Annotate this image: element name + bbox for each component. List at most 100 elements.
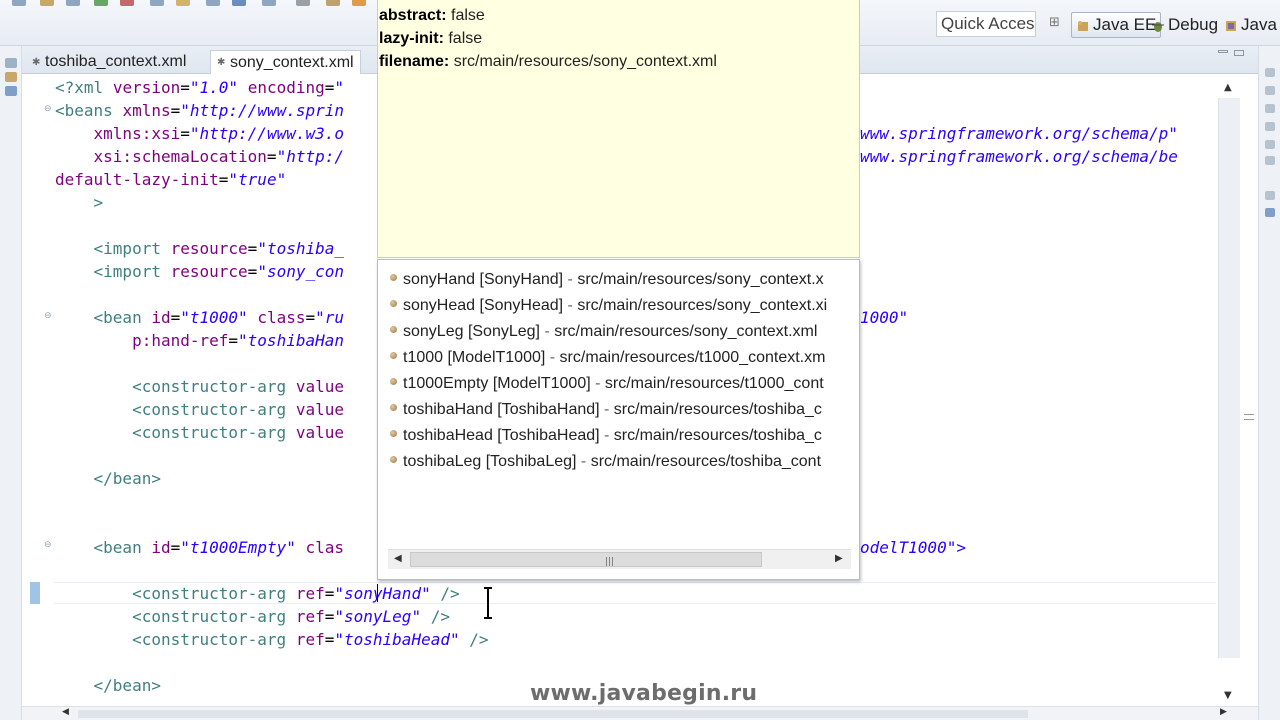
- assist-item-path: src/main/resources/t1000_context.xm: [559, 349, 826, 366]
- minimized-view-icon[interactable]: [1265, 104, 1275, 113]
- code-line[interactable]: <constructor-arg ref="sonyLeg" />: [55, 605, 450, 628]
- toolbar-button-icon[interactable]: [40, 0, 54, 6]
- code-line[interactable]: xmlns:xsi="http://www.w3.o: [55, 122, 344, 145]
- assist-item-path: src/main/resources/sony_context.xml: [554, 323, 818, 340]
- scroll-left-icon[interactable]: ◀: [62, 707, 69, 717]
- minimized-view-icon[interactable]: [1265, 68, 1275, 77]
- fold-toggle-icon[interactable]: ⊖: [44, 312, 53, 321]
- code-line[interactable]: </bean>: [55, 467, 161, 490]
- assist-item[interactable]: sonyHand [SonyHand] - src/main/resources…: [390, 267, 852, 293]
- code-line[interactable]: <constructor-arg value: [55, 375, 344, 398]
- watermark: www.javabegin.ru: [530, 681, 758, 706]
- toolbar-button-icon[interactable]: [352, 0, 366, 6]
- overview-ruler[interactable]: [1241, 74, 1258, 706]
- assist-item-separator: -: [563, 297, 578, 314]
- scroll-right-icon[interactable]: ▶: [1220, 707, 1227, 717]
- assist-item[interactable]: t1000Empty [ModelT1000] - src/main/resou…: [390, 371, 852, 397]
- perspective-debug[interactable]: Debug: [1147, 12, 1222, 38]
- minimized-view-icon[interactable]: [1265, 86, 1275, 95]
- code-fragment: www.springframework.org/schema/be: [860, 147, 1178, 166]
- toolbar-button-icon[interactable]: [120, 0, 134, 6]
- code-line[interactable]: <bean id="t1000Empty" clas: [55, 536, 344, 559]
- code-line[interactable]: <constructor-arg value: [55, 421, 344, 444]
- minimized-view-icon[interactable]: [1265, 156, 1275, 165]
- code-line[interactable]: <import resource="toshiba_: [55, 237, 344, 260]
- tab-label: toshiba_context.xml: [45, 53, 187, 70]
- editor-horizontal-scrollbar[interactable]: ◀ ▶: [22, 706, 1258, 720]
- scroll-down-icon[interactable]: ▼: [1224, 690, 1232, 701]
- toolbar-button-icon[interactable]: [206, 0, 220, 6]
- toolbar-button-icon[interactable]: [94, 0, 108, 6]
- scroll-thumb[interactable]: |||: [410, 552, 762, 567]
- assist-item-separator: -: [540, 323, 555, 340]
- minimized-view-icon[interactable]: [5, 58, 17, 68]
- minimized-view-icon[interactable]: [1265, 208, 1275, 217]
- toolbar-button-icon[interactable]: [232, 0, 246, 6]
- code-line[interactable]: <beans xmlns="http://www.sprin: [55, 99, 344, 122]
- minimized-view-icon[interactable]: [1265, 122, 1275, 131]
- assist-item-separator: -: [599, 401, 614, 418]
- fold-toggle-icon[interactable]: ⊖: [44, 105, 53, 114]
- scroll-left-icon[interactable]: ◀: [394, 553, 402, 564]
- tab-sony-context[interactable]: ✱ sony_context.xml: [210, 50, 361, 74]
- bug-icon: [1151, 18, 1165, 32]
- code-fragment: www.springframework.org/schema/p": [860, 124, 1178, 143]
- overview-marker: [1244, 414, 1254, 420]
- perspective-java[interactable]: Java: [1220, 12, 1280, 38]
- assist-item[interactable]: toshibaHand [ToshibaHand] - src/main/res…: [390, 397, 852, 423]
- view-controls: [1218, 50, 1252, 60]
- assist-item-name: t1000Empty [ModelT1000]: [403, 375, 591, 392]
- assist-item[interactable]: t1000 [ModelT1000] - src/main/resources/…: [390, 345, 852, 371]
- code-line[interactable]: <import resource="sony_con: [55, 260, 344, 283]
- bean-icon: [390, 274, 397, 282]
- scroll-up-icon[interactable]: ▲: [1224, 82, 1232, 93]
- assist-item[interactable]: toshibaHead [ToshibaHead] - src/main/res…: [390, 423, 852, 449]
- code-line[interactable]: xsi:schemaLocation="http:/: [55, 145, 344, 168]
- editor-vertical-scrollbar[interactable]: ▲ ▼: [1218, 74, 1240, 706]
- maximize-icon[interactable]: [1234, 50, 1244, 56]
- toolbar-button-icon[interactable]: [296, 0, 310, 6]
- toolbar-button-icon[interactable]: [262, 0, 276, 6]
- assist-item[interactable]: sonyLeg [SonyLeg] - src/main/resources/s…: [390, 319, 852, 345]
- toolbar-button-icon[interactable]: [12, 0, 26, 6]
- scroll-thumb[interactable]: [1218, 98, 1240, 658]
- assist-item-separator: -: [576, 453, 591, 470]
- assist-item[interactable]: toshibaLeg [ToshibaLeg] - src/main/resou…: [390, 449, 852, 475]
- info-row-filename: filename: src/main/resources/sony_contex…: [379, 53, 717, 70]
- scroll-right-icon[interactable]: ▶: [835, 553, 843, 564]
- quick-access-input[interactable]: Quick Acces: [936, 11, 1036, 37]
- toolbar-button-icon[interactable]: [66, 0, 80, 6]
- info-row-lazy-init: lazy-init: false: [379, 30, 483, 47]
- assist-item-separator: -: [545, 349, 560, 366]
- code-line[interactable]: p:hand-ref="toshibaHan: [55, 329, 344, 352]
- code-line[interactable]: default-lazy-init="true": [55, 168, 286, 191]
- code-line[interactable]: <constructor-arg value: [55, 398, 344, 421]
- minimized-view-icon[interactable]: [1265, 191, 1275, 200]
- content-assist-horizontal-scrollbar[interactable]: ◀ ||| ▶: [388, 549, 851, 569]
- tab-toshiba-context[interactable]: ✱ toshiba_context.xml: [26, 50, 192, 74]
- minimized-view-icon[interactable]: [5, 86, 17, 96]
- code-line[interactable]: >: [55, 191, 104, 214]
- minimized-view-icon[interactable]: [1265, 140, 1275, 149]
- toolbar-button-icon[interactable]: [326, 0, 340, 6]
- code-line[interactable]: <?xml version="1.0" encoding=": [55, 76, 344, 99]
- toolbar-button-icon[interactable]: [176, 0, 190, 6]
- minimize-icon[interactable]: [1218, 50, 1228, 53]
- minimized-view-icon[interactable]: [5, 72, 17, 82]
- scroll-thumb[interactable]: [78, 710, 1028, 718]
- toolbar-button-icon[interactable]: [150, 0, 164, 6]
- code-fragment: odelT1000">: [860, 538, 966, 557]
- code-line[interactable]: <constructor-arg ref="toshibaHead" />: [55, 628, 488, 651]
- code-line[interactable]: <bean id="t1000" class="ru: [55, 306, 345, 329]
- left-trim-bar: [0, 46, 22, 720]
- content-assist-popup: sonyHand [SonyHand] - src/main/resources…: [377, 259, 860, 580]
- fold-toggle-icon[interactable]: ⊖: [44, 541, 53, 550]
- assist-item[interactable]: sonyHead [SonyHead] - src/main/resources…: [390, 293, 852, 319]
- grip-icon: |||: [605, 557, 615, 567]
- xml-file-icon: ✱: [217, 57, 226, 68]
- code-line[interactable]: </bean>: [55, 674, 161, 697]
- open-perspective-icon[interactable]: ⊞: [1049, 15, 1063, 31]
- assist-item-name: toshibaLeg [ToshibaLeg]: [403, 453, 577, 470]
- code-line[interactable]: <constructor-arg ref="sonyHand" />: [55, 582, 460, 605]
- bean-icon: [390, 326, 397, 334]
